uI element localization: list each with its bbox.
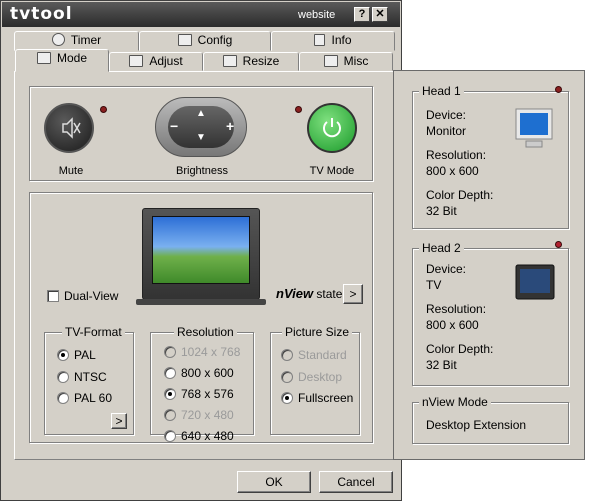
- tab-resize[interactable]: Resize: [203, 52, 299, 71]
- radio-ntsc[interactable]: [57, 371, 69, 383]
- radio-res-720[interactable]: [164, 409, 176, 421]
- nview-more-button[interactable]: >: [343, 284, 363, 304]
- tab-label: Info: [331, 33, 352, 47]
- head1-device-value: Monitor: [426, 124, 467, 138]
- radio-res-800[interactable]: [164, 367, 176, 379]
- option-res-768: 768 x 576: [181, 387, 234, 401]
- option-pal60: PAL 60: [74, 391, 113, 405]
- option-fullscreen: Fullscreen: [298, 391, 354, 405]
- tvmode-button[interactable]: [307, 103, 357, 153]
- head1-device-label: Device:: [426, 108, 467, 122]
- tab-adjust[interactable]: Adjust: [109, 52, 203, 71]
- radio-fullscreen[interactable]: [281, 392, 293, 404]
- tab-mode[interactable]: Mode: [15, 49, 109, 72]
- main-window: tvtool website ? ✕ Timer Config Info Mod…: [0, 0, 402, 501]
- head1-depth-value: 32 Bit: [426, 204, 457, 218]
- radio-res-1024[interactable]: [164, 346, 176, 358]
- option-pal: PAL: [74, 348, 96, 362]
- head2-device-label: Device:: [426, 262, 467, 276]
- radio-res-640[interactable]: [164, 430, 176, 442]
- dualview-label: Dual-View: [64, 289, 119, 303]
- option-res-720: 720 x 480: [181, 408, 234, 422]
- nview-mode-title: nView Mode: [419, 395, 491, 409]
- close-button[interactable]: ✕: [372, 7, 388, 22]
- heads-side-panel: Head 1 Device: Monitor Resolution: 800 x…: [393, 70, 585, 460]
- tab-label: Adjust: [149, 54, 183, 68]
- title-bar: tvtool website ? ✕: [2, 2, 400, 27]
- brightness-decrease-button[interactable]: −: [170, 118, 178, 134]
- tv-icon: [515, 264, 555, 300]
- radio-standard[interactable]: [281, 349, 293, 361]
- arrow-up-button[interactable]: ▲: [196, 108, 206, 119]
- website-link[interactable]: website: [298, 9, 335, 21]
- mute-speaker-icon: [62, 117, 81, 139]
- power-icon: [323, 118, 341, 138]
- nview-state-label: nView state: [276, 286, 343, 301]
- head2-led: [555, 241, 562, 248]
- tab-label: Resize: [242, 54, 280, 68]
- head1-title: Head 1: [419, 84, 464, 98]
- radio-pal60[interactable]: [57, 392, 69, 404]
- mode-panel: Mute − + ▲ ▼ Brightness TV Mode Dual-Vie…: [14, 71, 394, 460]
- mute-led: [100, 106, 107, 113]
- tab-label: Timer: [70, 33, 102, 47]
- option-res-800: 800 x 600: [181, 366, 234, 380]
- radio-res-768[interactable]: [164, 388, 176, 400]
- picture-size-title: Picture Size: [282, 325, 353, 339]
- controls-group: Mute − + ▲ ▼ Brightness TV Mode: [29, 86, 373, 181]
- mute-button[interactable]: [44, 103, 94, 153]
- option-standard: Standard: [298, 348, 347, 362]
- tv-format-title: TV-Format: [62, 325, 125, 339]
- cancel-button[interactable]: Cancel: [319, 471, 393, 493]
- monitor-icon: [36, 52, 51, 64]
- resize-icon: [222, 55, 237, 67]
- tab-timer[interactable]: Timer: [14, 31, 139, 51]
- clock-icon: [51, 33, 65, 46]
- settings-group: Dual-View nView state > TV-Format PAL NT…: [29, 192, 373, 443]
- nview-mode-value: Desktop Extension: [426, 418, 527, 432]
- head2-res-label: Resolution:: [426, 302, 487, 316]
- head2-depth-value: 32 Bit: [426, 358, 457, 372]
- brightness-label: Brightness: [176, 165, 228, 177]
- radio-pal[interactable]: [57, 349, 69, 361]
- wrench-icon: [177, 34, 192, 46]
- tab-info[interactable]: Info: [271, 31, 395, 51]
- head2-depth-label: Color Depth:: [426, 342, 494, 356]
- ok-button[interactable]: OK: [237, 471, 311, 493]
- tvmode-label: TV Mode: [309, 165, 355, 177]
- help-button[interactable]: ?: [354, 7, 370, 22]
- head2-res-value: 800 x 600: [426, 318, 479, 332]
- app-title: tvtool: [10, 4, 73, 24]
- option-res-640: 640 x 480: [181, 429, 234, 443]
- head1-res-value: 800 x 600: [426, 164, 479, 178]
- tab-label: Mode: [56, 51, 88, 65]
- resolution-title: Resolution: [174, 325, 237, 339]
- tab-misc[interactable]: Misc: [299, 52, 393, 71]
- speaker-icon: [323, 55, 338, 67]
- tab-label: Config: [197, 33, 233, 47]
- tab-config[interactable]: Config: [139, 31, 271, 51]
- radio-desktop[interactable]: [281, 371, 293, 383]
- brightness-increase-button[interactable]: +: [226, 118, 234, 134]
- tv-format-more-button[interactable]: >: [111, 413, 127, 429]
- mute-label: Mute: [58, 165, 84, 177]
- info-icon: [314, 34, 326, 46]
- arrow-down-button[interactable]: ▼: [196, 132, 206, 143]
- head1-res-label: Resolution:: [426, 148, 487, 162]
- head2-title: Head 2: [419, 241, 464, 255]
- dualview-checkbox[interactable]: [47, 290, 59, 302]
- tab-label: Misc: [343, 54, 369, 68]
- option-res-1024: 1024 x 768: [181, 345, 241, 359]
- brightness-pad: − + ▲ ▼: [155, 97, 247, 157]
- head1-depth-label: Color Depth:: [426, 188, 494, 202]
- tv-image: [142, 208, 260, 300]
- head2-device-value: TV: [426, 278, 442, 292]
- option-ntsc: NTSC: [74, 370, 107, 384]
- arrows-icon: [129, 55, 144, 67]
- option-desktop: Desktop: [298, 370, 343, 384]
- monitor-icon: [515, 108, 553, 148]
- tvmode-led: [295, 106, 302, 113]
- head1-led: [555, 86, 562, 93]
